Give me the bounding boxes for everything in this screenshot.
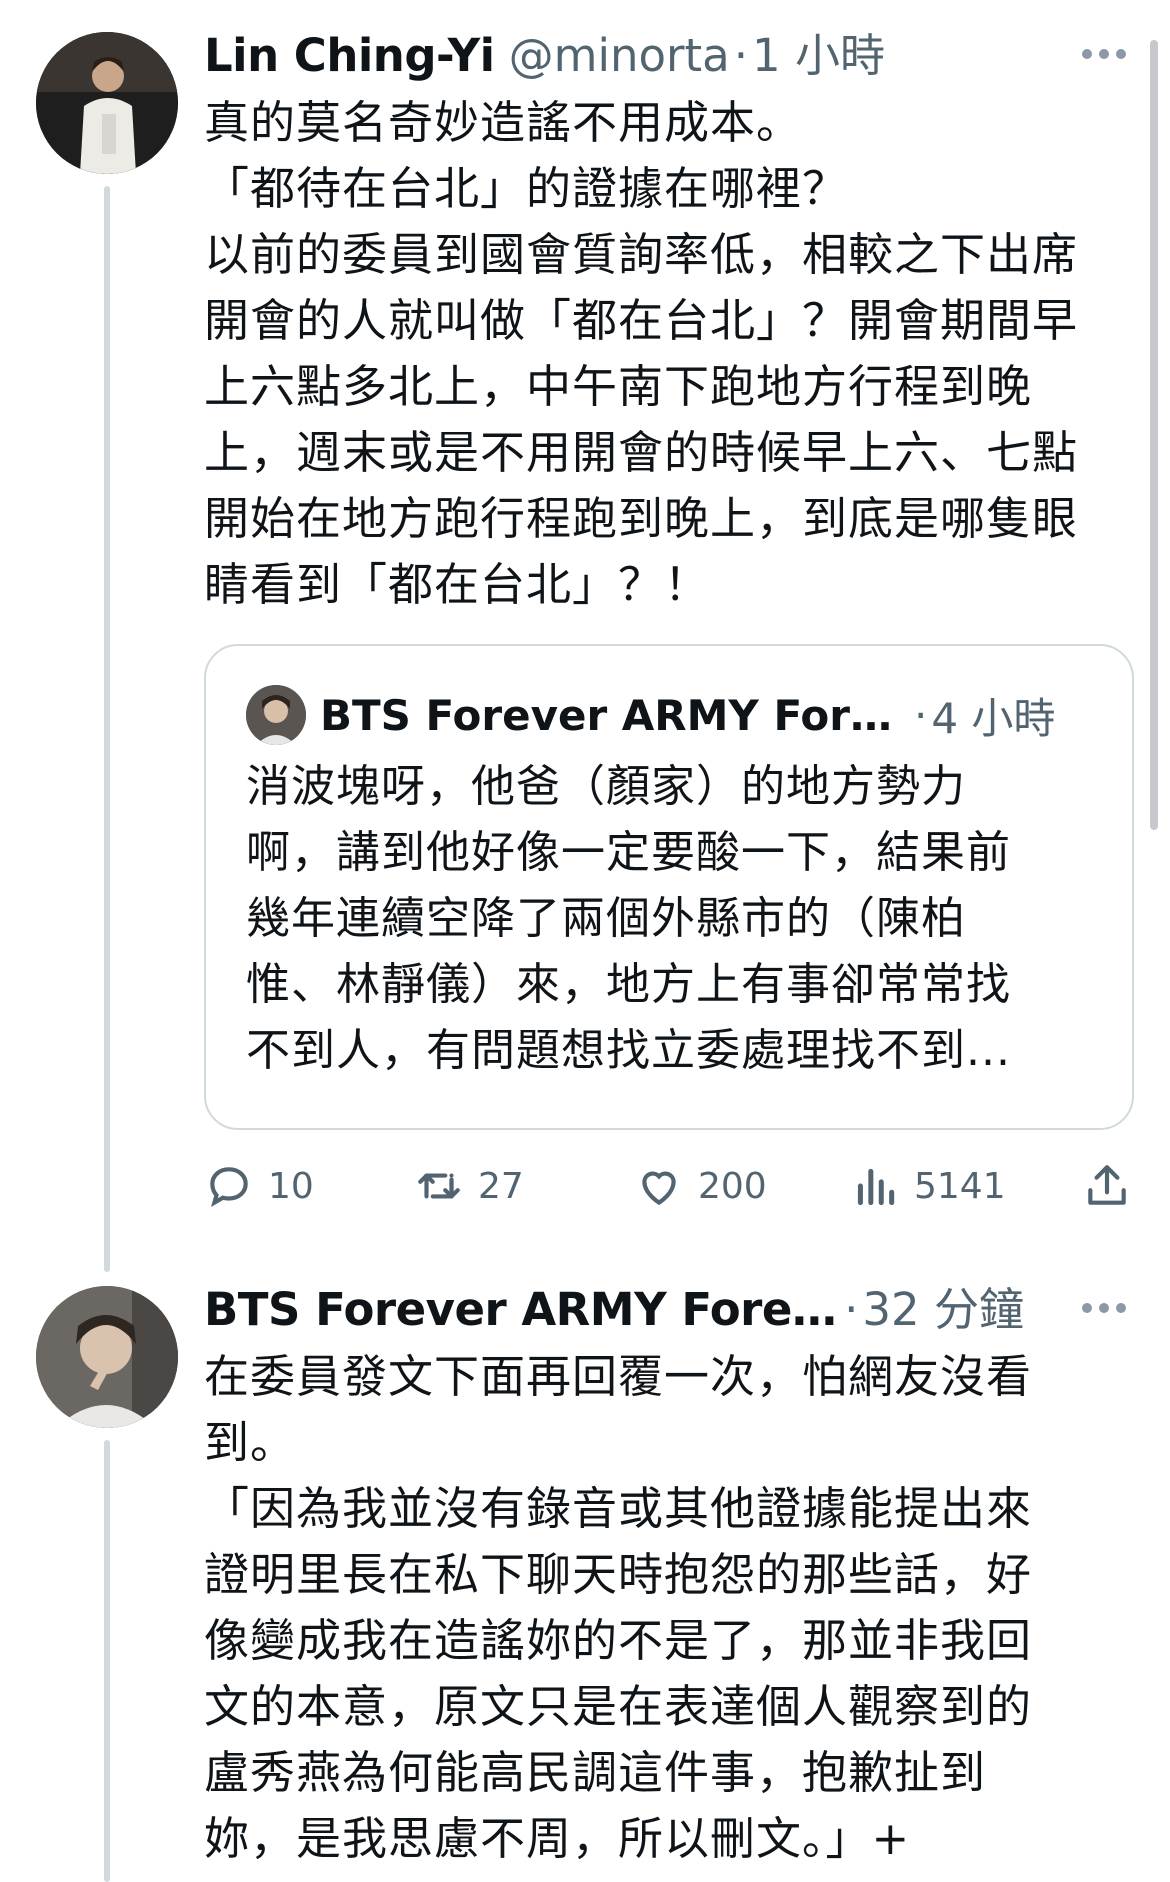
analytics-icon bbox=[857, 1168, 895, 1206]
avatar[interactable] bbox=[36, 1286, 178, 1428]
like-count: 200 bbox=[698, 1165, 767, 1207]
quoted-tweet-header: BTS Forever ARMY Forev... · 4 小時 bbox=[246, 684, 1092, 746]
tweet[interactable]: Lin Ching-Yi @minorta · 1 小時 真的莫名奇妙造謠不用成… bbox=[204, 28, 1170, 618]
reply-icon bbox=[210, 1167, 248, 1208]
share-button[interactable] bbox=[1082, 1156, 1146, 1216]
share-icon bbox=[1088, 1165, 1126, 1205]
quoted-tweet-text: 消波塊呀，他爸（顏家）的地方勢力 啊，講到他好像一定要酸一下，結果前 幾年連續空… bbox=[246, 761, 1011, 1076]
tweet-header: BTS Forever ARMY Forever... · 32 分鐘 bbox=[204, 1282, 1024, 1338]
like-button[interactable]: 200 bbox=[634, 1156, 767, 1216]
retweet-button[interactable]: 27 bbox=[414, 1156, 524, 1216]
author-handle[interactable]: @minorta bbox=[509, 28, 730, 84]
retweet-icon bbox=[418, 1173, 460, 1199]
reply-button[interactable]: 10 bbox=[204, 1156, 314, 1216]
tweet-text: 在委員發文下面再回覆一次，怕網友沒看 到。 「因為我並沒有錄音或其他證據能提出來… bbox=[204, 1350, 1033, 1865]
view-count: 5141 bbox=[914, 1165, 1006, 1207]
reply-count: 10 bbox=[268, 1165, 314, 1207]
views-button[interactable]: 5141 bbox=[850, 1156, 1006, 1216]
retweet-count: 27 bbox=[478, 1165, 524, 1207]
timestamp[interactable]: 32 分鐘 bbox=[862, 1282, 1024, 1338]
tweet-header: Lin Ching-Yi @minorta · 1 小時 bbox=[204, 28, 1024, 84]
separator-dot: · bbox=[733, 29, 749, 82]
more-options-icon[interactable] bbox=[1082, 46, 1126, 62]
thread-connector-line bbox=[104, 1440, 110, 1882]
avatar bbox=[246, 685, 306, 745]
author-name[interactable]: Lin Ching-Yi bbox=[204, 28, 495, 84]
separator-dot: · bbox=[844, 1283, 859, 1336]
author-name: BTS Forever ARMY Forev... bbox=[320, 690, 910, 740]
timeline: Lin Ching-Yi @minorta · 1 小時 真的莫名奇妙造謠不用成… bbox=[0, 0, 1170, 1882]
avatar[interactable] bbox=[36, 32, 178, 174]
thread-connector-line bbox=[104, 186, 110, 1272]
quoted-tweet[interactable]: BTS Forever ARMY Forev... · 4 小時 消波塊呀，他爸… bbox=[204, 644, 1134, 1130]
more-options-icon[interactable] bbox=[1082, 1300, 1126, 1316]
heart-icon bbox=[642, 1171, 676, 1206]
timestamp[interactable]: 1 小時 bbox=[752, 28, 885, 84]
tweet-text: 真的莫名奇妙造謠不用成本。 「都待在台北」的證據在哪裡？ 以前的委員到國會質詢率… bbox=[204, 96, 1079, 611]
timestamp: 4 小時 bbox=[931, 693, 1056, 743]
separator-dot: · bbox=[914, 690, 928, 740]
tweet-actions: 10 27 200 5141 bbox=[204, 1156, 1144, 1216]
author-name[interactable]: BTS Forever ARMY Forever... bbox=[204, 1282, 840, 1338]
tweet[interactable]: BTS Forever ARMY Forever... · 32 分鐘 在委員發… bbox=[204, 1282, 1170, 1872]
